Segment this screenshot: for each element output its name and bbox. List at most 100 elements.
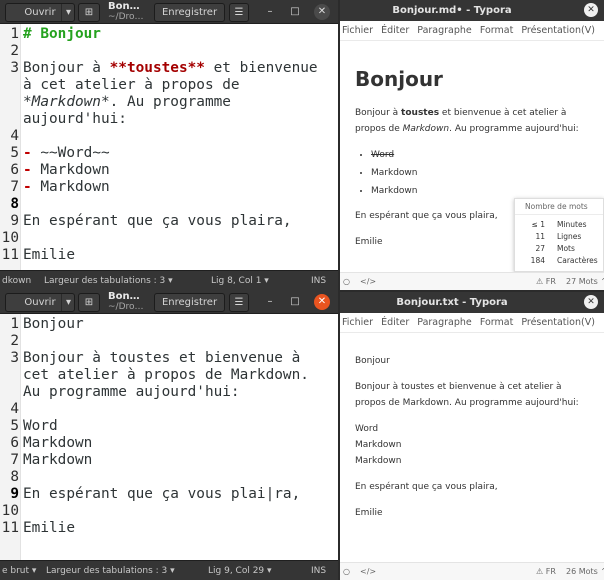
line-number: [0, 77, 21, 94]
count-label: Mots: [557, 244, 575, 253]
word-count-label: 27 Mots: [566, 277, 598, 286]
language-selector[interactable]: dkown: [2, 271, 31, 290]
typora-status-bar: ○ </> ⚠ FR 27 Mots ⌃: [340, 272, 604, 290]
line-text: cet atelier à propos de Markdown.: [21, 367, 309, 384]
word-count-toggle[interactable]: 27 Mots ⌃: [566, 273, 604, 290]
open-button[interactable]: Ouvrir ▾: [5, 293, 75, 312]
count-value: 184: [530, 256, 545, 265]
count-value: 11: [535, 232, 545, 241]
line-number: 4: [10, 401, 19, 417]
minimize-icon[interactable]: –: [262, 4, 278, 20]
editor-line: *Markdown*. Au programme: [0, 94, 338, 111]
word-count-label: 26 Mots: [566, 567, 598, 576]
bullet-list: Word Markdown Markdown: [371, 147, 604, 199]
cursor-position[interactable]: Lig 8, Col 1 ▾: [211, 271, 269, 290]
list-item: Markdown: [371, 183, 604, 199]
insert-mode[interactable]: INS: [311, 561, 326, 580]
editor-line: 8: [0, 196, 338, 213]
close-icon[interactable]: ✕: [584, 295, 598, 309]
menu-paragraphe[interactable]: Paragraphe: [417, 317, 472, 328]
menu-fichier[interactable]: Fichier: [342, 317, 373, 328]
close-icon[interactable]: ✕: [314, 294, 330, 310]
list-item: Markdown: [371, 165, 604, 181]
doc-paragraph: Bonjour à toustes et bienvenue à cet ate…: [355, 105, 595, 137]
save-button[interactable]: Enregistrer: [154, 3, 225, 22]
outline-toggle-icon[interactable]: ○: [343, 273, 350, 290]
line-text: [21, 196, 32, 213]
doc-heading: Bonjour: [355, 67, 443, 91]
text-run: Markdown: [31, 162, 110, 178]
typora-window-text: Bonjour.txt - Typora ✕ Fichier Éditer Pa…: [340, 292, 604, 580]
menu-icon[interactable]: ☰: [229, 3, 249, 22]
text-editor[interactable]: 1 # Bonjour 2 3 Bonjour à **toustes** et bi…: [0, 24, 338, 270]
menu-fichier[interactable]: Fichier: [342, 25, 373, 36]
document-view[interactable]: Bonjour Bonjour à toustes et bienvenue à…: [340, 333, 604, 562]
word-count-row: 184 Caractères: [515, 255, 603, 267]
bold-text: toustes: [401, 108, 440, 118]
strikethrough-text: Word: [371, 150, 395, 160]
doc-paragraph: Bonjour à toustes et bienvenue à cet ate…: [355, 382, 579, 408]
editor-line: 10: [0, 230, 338, 247]
menu-paragraphe[interactable]: Paragraphe: [417, 25, 472, 36]
text-run: cet atelier à propos de Markdown.: [23, 367, 309, 383]
maximize-icon[interactable]: □: [287, 294, 303, 310]
editor-line: 11 Emilie: [0, 520, 338, 537]
line-text: Bonjour à toustes et bienvenue à: [21, 350, 300, 367]
editor-line: 8: [0, 469, 338, 486]
word-count-row: 27 Mots: [515, 243, 603, 255]
source-code-icon[interactable]: </>: [360, 563, 376, 580]
word-count-header: Nombre de mots: [515, 199, 603, 215]
line-text: En espérant que ça vous plaira,: [21, 213, 292, 230]
save-button[interactable]: Enregistrer: [154, 293, 225, 312]
text-run: et bienvenue: [204, 60, 318, 76]
italic-text: Markdown: [402, 124, 450, 134]
menu-format[interactable]: Format: [480, 25, 513, 36]
line-number: [0, 94, 21, 111]
insert-mode[interactable]: INS: [311, 271, 326, 290]
text-editor[interactable]: 1 Bonjour 2 3 Bonjour à toustes et bienvenu…: [0, 314, 338, 560]
line-text: à cet atelier à propos de: [21, 77, 240, 94]
word-count-toggle[interactable]: 26 Mots ⌃: [566, 563, 604, 580]
spellcheck-language[interactable]: ⚠ FR: [536, 563, 556, 580]
line-number: 11: [1, 247, 19, 263]
menu-presentation[interactable]: Présentation(V): [521, 317, 595, 328]
editor-line: 9 En espérant que ça vous plai|ra,: [0, 486, 338, 503]
tab-width-selector[interactable]: Largeur des tabulations : 3 ▾: [44, 271, 173, 290]
spellcheck-language[interactable]: ⚠ FR: [536, 273, 556, 290]
header-bar: Ouvrir ▾ ⊞ Bon… ~/Dro… Enregistrer ☰ – □…: [0, 290, 338, 314]
new-tab-icon[interactable]: ⊞: [78, 3, 100, 22]
line-text: - ~~Word~~: [21, 145, 110, 162]
typora-window-markdown: Bonjour.md• - Typora ✕ Fichier Éditer Pa…: [340, 0, 604, 290]
menu-presentation[interactable]: Présentation(V): [521, 25, 595, 36]
window-title: Bon…: [108, 1, 140, 12]
language-selector[interactable]: e brut ▾: [2, 561, 36, 580]
menu-editer[interactable]: Éditer: [381, 25, 409, 36]
menu-icon[interactable]: ☰: [229, 293, 249, 312]
text-run: Bonjour à: [23, 60, 110, 76]
text-line: Markdown: [355, 456, 402, 466]
line-text: *Markdown*. Au programme: [21, 94, 231, 111]
count-label: Lignes: [557, 232, 582, 241]
close-icon[interactable]: ✕: [314, 4, 330, 20]
chevron-down-icon[interactable]: ▾: [60, 4, 71, 21]
close-icon[interactable]: ✕: [584, 3, 598, 17]
text-run: . Au programme: [109, 94, 231, 110]
window-title: Bonjour.txt - Typora: [396, 297, 508, 308]
text-run: Markdown: [23, 452, 93, 468]
text-run: Word: [23, 418, 58, 434]
menu-editer[interactable]: Éditer: [381, 317, 409, 328]
minimize-icon[interactable]: –: [262, 294, 278, 310]
open-label: Ouvrir: [24, 297, 56, 308]
outline-toggle-icon[interactable]: ○: [343, 563, 350, 580]
chevron-down-icon[interactable]: ▾: [60, 294, 71, 311]
text-run: En espérant que ça vous plaira,: [23, 213, 292, 229]
cursor-position[interactable]: Lig 9, Col 29 ▾: [208, 561, 272, 580]
maximize-icon[interactable]: □: [287, 4, 303, 20]
tab-width-selector[interactable]: Largeur des tabulations : 3 ▾: [46, 561, 175, 580]
text-run: -: [23, 162, 32, 178]
line-number: 2: [10, 333, 19, 349]
open-button[interactable]: Ouvrir ▾: [5, 3, 75, 22]
new-tab-icon[interactable]: ⊞: [78, 293, 100, 312]
menu-format[interactable]: Format: [480, 317, 513, 328]
source-code-icon[interactable]: </>: [360, 273, 376, 290]
